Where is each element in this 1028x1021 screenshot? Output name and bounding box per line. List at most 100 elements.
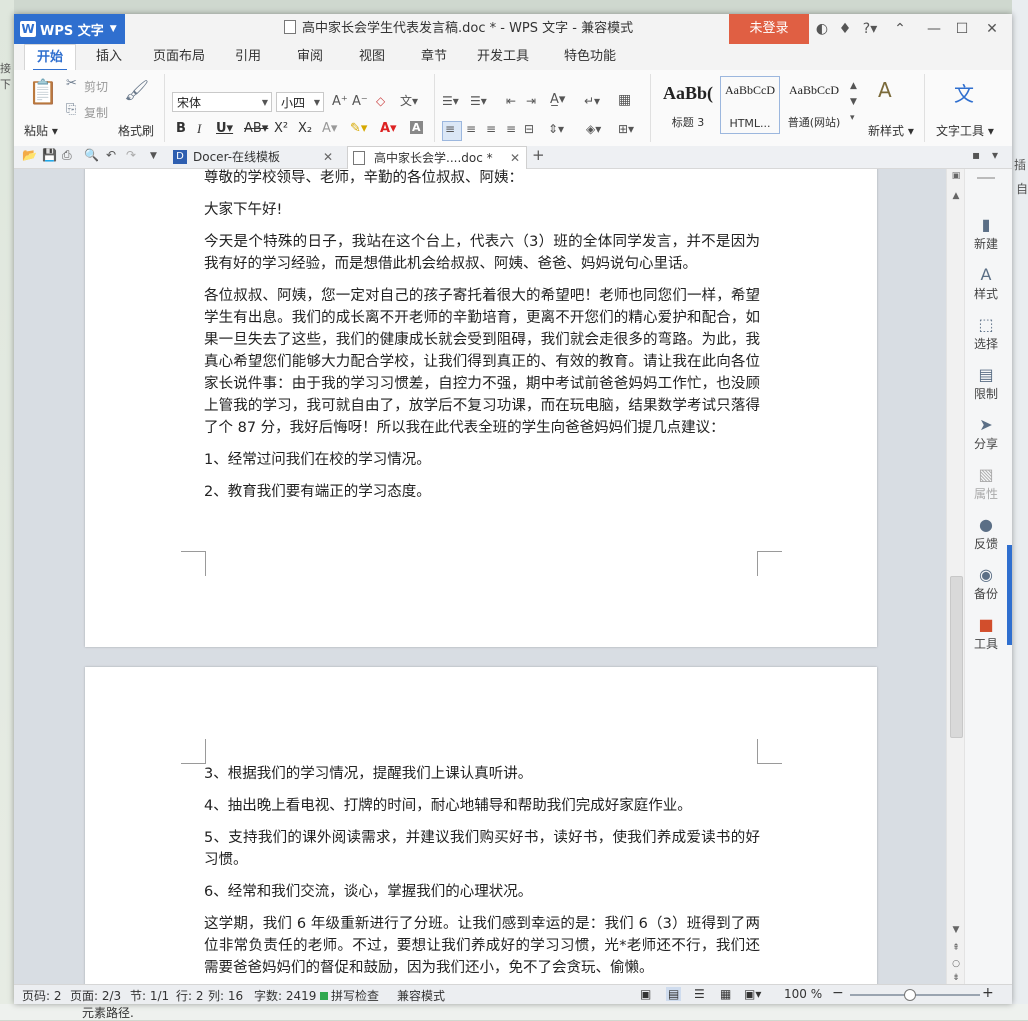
document-workspace[interactable]: 尊敬的学校领导、老师，辛勤的各位叔叔、阿姨： 大家下午好! 今天是个特殊的日子，…	[14, 169, 946, 984]
font-name-combo[interactable]: 宋体 ▼	[172, 92, 272, 112]
zoom-slider-knob[interactable]	[904, 989, 916, 1001]
close-tab-icon[interactable]: ✕	[323, 146, 333, 168]
side-tools-button[interactable]: ■ 工具	[965, 615, 1007, 652]
open-icon[interactable]: 📂	[22, 148, 37, 162]
spell-check-toggle[interactable]: 拼写检查	[320, 987, 379, 1004]
outline-view-icon[interactable]: ☰	[694, 987, 705, 1001]
subscript-icon[interactable]: X₂	[298, 121, 312, 136]
ruler-toggle-icon[interactable]: ▣	[947, 171, 965, 181]
font-size-combo[interactable]: 小四 ▼	[276, 92, 324, 112]
tab-page-layout[interactable]: 页面布局	[144, 44, 214, 70]
paragraph[interactable]: 6、经常和我们交流，谈心，掌握我们的心理状况。	[204, 881, 760, 903]
side-properties-button[interactable]: ▧ 属性	[965, 465, 1007, 502]
document-page-1[interactable]: 尊敬的学校领导、老师，辛勤的各位叔叔、阿姨： 大家下午好! 今天是个特殊的日子，…	[85, 169, 877, 647]
redo-icon[interactable]: ↷	[126, 148, 136, 162]
scroll-up-icon[interactable]: ▲	[947, 191, 965, 201]
superscript-icon[interactable]: X²	[274, 121, 288, 136]
pane-expand-handle[interactable]	[1007, 545, 1012, 645]
side-select-button[interactable]: ⬚ 选择	[965, 315, 1007, 352]
bullets-icon[interactable]: ☰▾	[442, 94, 459, 108]
text-tools-icon[interactable]: 文	[954, 78, 974, 107]
page-2-text[interactable]: 3、根据我们的学习情况，提醒我们上课认真听讲。 4、抽出晚上看电视、打牌的时间，…	[204, 763, 760, 979]
font-color-icon[interactable]: A▾	[380, 121, 397, 136]
paragraph[interactable]: 5、支持我们的课外阅读需求，并建议我们购买好书，读好书，使我们养成爱读书的好习惯…	[204, 827, 760, 871]
tab-menu-icon[interactable]: ▾	[992, 148, 998, 162]
copy-button[interactable]: 复制	[84, 104, 108, 121]
side-restrict-button[interactable]: ▤ 限制	[965, 365, 1007, 402]
paragraph[interactable]: 这学期，我们 6 年级重新进行了分班。让我们感到幸运的是：我们 6（3）班得到了…	[204, 913, 760, 979]
paragraph[interactable]: 尊敬的学校领导、老师，辛勤的各位叔叔、阿姨：	[204, 169, 760, 189]
grow-font-icon[interactable]: A⁺	[332, 94, 348, 109]
highlight-icon[interactable]: ✎▾	[350, 121, 367, 136]
numbering-icon[interactable]: ☰▾	[470, 94, 487, 108]
shading-icon[interactable]: ◈▾	[586, 122, 601, 136]
justify-icon[interactable]: ≡	[506, 122, 516, 136]
paragraph-mark-icon[interactable]: ↵▾	[584, 94, 600, 108]
chinese-layout-icon[interactable]: A̲▾	[550, 92, 565, 107]
tab-review[interactable]: 审阅	[288, 44, 332, 70]
char-shading-icon[interactable]: A	[410, 121, 423, 134]
scroll-down-icon[interactable]: ▼	[947, 925, 965, 935]
scrollbar-thumb[interactable]	[950, 576, 963, 738]
align-right-icon[interactable]: ≡	[486, 122, 496, 136]
document-page-2[interactable]: 3、根据我们的学习情况，提醒我们上课认真听讲。 4、抽出晚上看电视、打牌的时间，…	[85, 667, 877, 984]
clear-format-icon[interactable]: ◇	[376, 94, 385, 108]
phonetic-guide-icon[interactable]: 文▾	[400, 92, 418, 109]
tab-chapter[interactable]: 章节	[412, 44, 456, 70]
app-menu-button[interactable]: W WPS 文字 ▼	[14, 14, 125, 44]
strikethrough-icon[interactable]: AB▾	[244, 121, 268, 136]
paste-icon[interactable]: 📋	[28, 78, 58, 106]
align-center-icon[interactable]: ≡	[466, 122, 476, 136]
print-preview-icon[interactable]: 🔍	[84, 148, 99, 162]
decrease-indent-icon[interactable]: ⇤	[506, 94, 516, 108]
customize-dropdown-icon[interactable]: ▼	[150, 151, 157, 161]
side-feedback-button[interactable]: ● 反馈	[965, 515, 1007, 552]
vertical-scrollbar[interactable]: ▣ ▲ ▼ ⇞ ○ ⇟	[946, 169, 965, 984]
italic-icon[interactable]: I	[197, 121, 201, 137]
shrink-font-icon[interactable]: A⁻	[352, 94, 368, 109]
help-icon[interactable]: ?▾	[859, 14, 881, 44]
previous-page-icon[interactable]: ⇞	[947, 943, 965, 953]
paragraph[interactable]: 3、根据我们的学习情况，提醒我们上课认真听讲。	[204, 763, 760, 785]
increase-indent-icon[interactable]: ⇥	[526, 94, 536, 108]
status-word-count[interactable]: 字数: 2419	[254, 987, 316, 1004]
maximize-icon[interactable]: ☐	[952, 14, 972, 44]
tab-special-features[interactable]: 特色功能	[548, 44, 632, 70]
table-grid-icon[interactable]: ▦	[618, 92, 631, 108]
tab-references[interactable]: 引用	[226, 44, 270, 70]
style-gallery-scroll-icon[interactable]: ▲ ▼ ▾	[850, 78, 857, 126]
format-painter-button[interactable]: 格式刷	[118, 122, 154, 139]
zoom-out-icon[interactable]: −	[832, 985, 844, 1001]
side-new-button[interactable]: ▮ 新建	[965, 215, 1007, 252]
doc-tab-docer[interactable]: D Docer-在线模板 ✕	[169, 146, 339, 168]
new-style-button[interactable]: 新样式 ▾	[868, 122, 914, 139]
tab-developer[interactable]: 开发工具	[470, 44, 536, 70]
shirt-icon[interactable]: ♦	[836, 14, 854, 44]
tab-view[interactable]: 视图	[350, 44, 394, 70]
side-style-button[interactable]: A 样式	[965, 265, 1007, 302]
login-button[interactable]: 未登录	[729, 14, 809, 44]
minimize-icon[interactable]: —	[924, 14, 944, 44]
doc-tab-current[interactable]: 高中家长会学....doc * ✕	[347, 146, 527, 169]
save-icon[interactable]: 💾	[42, 148, 57, 162]
page-1-text[interactable]: 尊敬的学校领导、老师，辛勤的各位叔叔、阿姨： 大家下午好! 今天是个特殊的日子，…	[204, 169, 760, 503]
text-tools-button[interactable]: 文字工具 ▾	[936, 122, 994, 139]
paragraph[interactable]: 1、经常过问我们在校的学习情况。	[204, 449, 760, 471]
print-icon[interactable]: ⎙	[62, 148, 72, 163]
paragraph[interactable]: 2、教育我们要有端正的学习态度。	[204, 481, 760, 503]
zoom-level[interactable]: 100 %	[784, 987, 822, 1001]
page-view-icon[interactable]: ▤	[666, 987, 682, 1001]
format-painter-icon[interactable]: 🖌	[124, 78, 149, 102]
new-tab-icon[interactable]: +	[532, 146, 545, 164]
new-style-icon[interactable]: A	[878, 78, 892, 102]
reading-view-icon[interactable]: ▣▾	[744, 987, 761, 1001]
side-share-button[interactable]: ➤ 分享	[965, 415, 1007, 452]
close-tab-icon[interactable]: ✕	[510, 147, 520, 169]
paragraph[interactable]: 大家下午好!	[204, 199, 760, 221]
style-normal-web[interactable]: AaBbCcD 普通(网站)	[784, 76, 844, 134]
zoom-in-icon[interactable]: +	[982, 985, 994, 1001]
tab-list-icon[interactable]: ▪	[972, 148, 980, 162]
borders-icon[interactable]: ⊞▾	[618, 122, 634, 136]
skin-icon[interactable]: ◐	[814, 14, 830, 44]
next-page-icon[interactable]: ⇟	[947, 973, 965, 983]
